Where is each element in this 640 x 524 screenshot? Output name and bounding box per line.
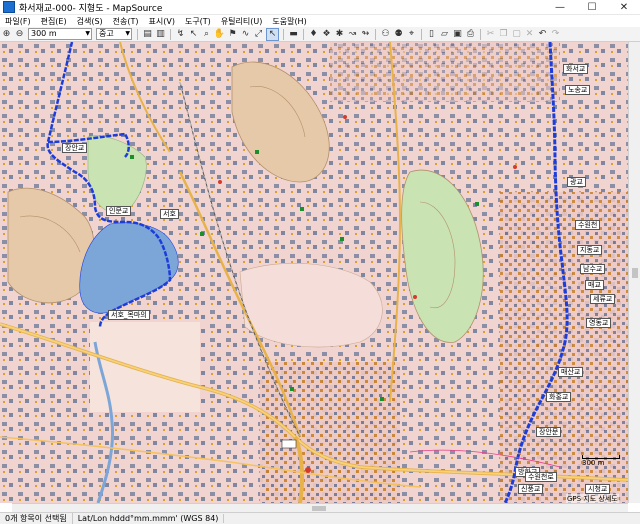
- zoom-select[interactable]: 300 m ▼: [28, 28, 92, 40]
- maximize-button[interactable]: ☐: [576, 0, 608, 14]
- map-label: 영동교: [586, 318, 612, 328]
- hand-tool-icon[interactable]: ✋: [214, 29, 225, 40]
- undo-icon[interactable]: ↶: [537, 29, 548, 40]
- menu-transfer[interactable]: 전송(T): [108, 16, 144, 27]
- receive-tracks-icon[interactable]: ✱: [334, 29, 345, 40]
- zoom-in-icon[interactable]: ⊕: [1, 29, 12, 40]
- waypoint-tool-icon[interactable]: ⚑: [227, 29, 238, 40]
- send-routes-icon[interactable]: ↬: [360, 29, 371, 40]
- map-view[interactable]: 장안교 인문교 서호 서호_목마의 화서교 노송교 광교 수원천 지동교 남수교…: [0, 41, 640, 512]
- scroll-thumb[interactable]: [632, 268, 638, 278]
- map-product-icon[interactable]: ▤: [142, 29, 153, 40]
- scale-text: 300 m: [582, 459, 605, 467]
- selection-tool-icon[interactable]: ↖: [188, 29, 199, 40]
- find-places-icon[interactable]: ⚇: [380, 29, 391, 40]
- map-label: 남수교: [580, 264, 606, 274]
- menu-tools[interactable]: 도구(T): [180, 16, 216, 27]
- map-label: 세류교: [590, 294, 616, 304]
- window-title: 화서재교-000- 지형도 - MapSource: [19, 3, 163, 14]
- map-label: 서호: [160, 209, 179, 219]
- cut-icon[interactable]: ✂: [485, 29, 496, 40]
- receive-waypoints-icon[interactable]: ♦: [308, 29, 319, 40]
- find-address-icon[interactable]: ⌖: [406, 29, 417, 40]
- map-label: 매산교: [558, 367, 584, 377]
- scroll-thumb[interactable]: [312, 506, 326, 511]
- map-label: 장안교: [62, 143, 88, 153]
- map-label: 수원천로: [525, 472, 557, 482]
- pointer-tool-icon[interactable]: ↖: [266, 27, 279, 41]
- chevron-down-icon: ▼: [125, 30, 130, 37]
- menu-help[interactable]: 도움말(H): [267, 16, 311, 27]
- map-label: 장안문: [536, 427, 562, 437]
- print-icon[interactable]: ⎙: [465, 29, 476, 40]
- close-button[interactable]: ✕: [608, 0, 640, 14]
- menu-utilities[interactable]: 유틸리티(U): [216, 16, 268, 27]
- track-tool-icon[interactable]: ∿: [240, 29, 251, 40]
- detail-value: 중고: [99, 29, 114, 38]
- zoom-out-icon[interactable]: ⊖: [14, 29, 25, 40]
- map-label: 화서교: [563, 64, 589, 74]
- receive-routes-icon[interactable]: ❖: [321, 29, 332, 40]
- selection-status: 0개 항목이 선택됨: [0, 513, 73, 524]
- map-label: 수원천: [575, 220, 601, 230]
- zoom-tool-icon[interactable]: ⌕: [201, 29, 212, 40]
- status-bar: 0개 항목이 선택됨 Lat/Lon hddd°mm.mmm' (WGS 84): [0, 512, 640, 524]
- find-nearby-icon[interactable]: ⚉: [393, 29, 404, 40]
- app-icon: [3, 1, 15, 13]
- zoom-value: 300 m: [31, 29, 57, 38]
- menu-bar: 파일(F) 편집(E) 검색(S) 전송(T) 표시(V) 도구(T) 유틸리티…: [0, 15, 640, 27]
- map-label: 서호_목마의: [108, 310, 150, 320]
- delete-icon[interactable]: ✕: [524, 29, 535, 40]
- map-layers-icon[interactable]: ▥: [155, 29, 166, 40]
- menu-edit[interactable]: 편집(E): [36, 16, 72, 27]
- minimize-button[interactable]: —: [544, 0, 576, 14]
- paste-icon[interactable]: ▢: [511, 29, 522, 40]
- new-file-icon[interactable]: ▯: [426, 29, 437, 40]
- coordinate-format: Lat/Lon hddd°mm.mmm' (WGS 84): [73, 514, 225, 523]
- send-waypoints-icon[interactable]: ↝: [347, 29, 358, 40]
- map-canvas[interactable]: [0, 41, 629, 504]
- open-file-icon[interactable]: ▱: [439, 29, 450, 40]
- scale-bar: 300 m: [582, 455, 620, 467]
- copy-icon[interactable]: ❐: [498, 29, 509, 40]
- map-label: 지동교: [577, 245, 603, 255]
- title-bar: 화서재교-000- 지형도 - MapSource — ☐ ✕: [0, 0, 640, 15]
- route-tool-icon[interactable]: ↯: [175, 29, 186, 40]
- map-label: 화홍교: [546, 392, 572, 402]
- menu-file[interactable]: 파일(F): [0, 16, 36, 27]
- toolbar: ⊕ ⊖ 300 m ▼ 중고 ▼ ▤ ▥ ↯ ↖ ⌕ ✋ ⚑ ∿ ⤢ ↖ ▬ ♦…: [0, 27, 640, 42]
- redo-icon[interactable]: ↷: [550, 29, 561, 40]
- menu-search[interactable]: 검색(S): [72, 16, 108, 27]
- detail-select[interactable]: 중고 ▼: [96, 28, 132, 40]
- map-label: 시청교: [585, 484, 611, 494]
- menu-view[interactable]: 표시(V): [144, 16, 180, 27]
- vertical-scrollbar[interactable]: [628, 42, 640, 503]
- map-label: 매교: [585, 280, 604, 290]
- measure-tool-icon[interactable]: ⤢: [253, 29, 264, 40]
- ruler-icon[interactable]: ▬: [288, 29, 299, 40]
- save-file-icon[interactable]: ▣: [452, 29, 463, 40]
- chevron-down-icon: ▼: [85, 30, 90, 37]
- map-label: 노송교: [565, 85, 591, 95]
- map-label: 인문교: [106, 206, 132, 216]
- map-label: 광교: [567, 177, 586, 187]
- map-label: 신풍교: [518, 484, 544, 494]
